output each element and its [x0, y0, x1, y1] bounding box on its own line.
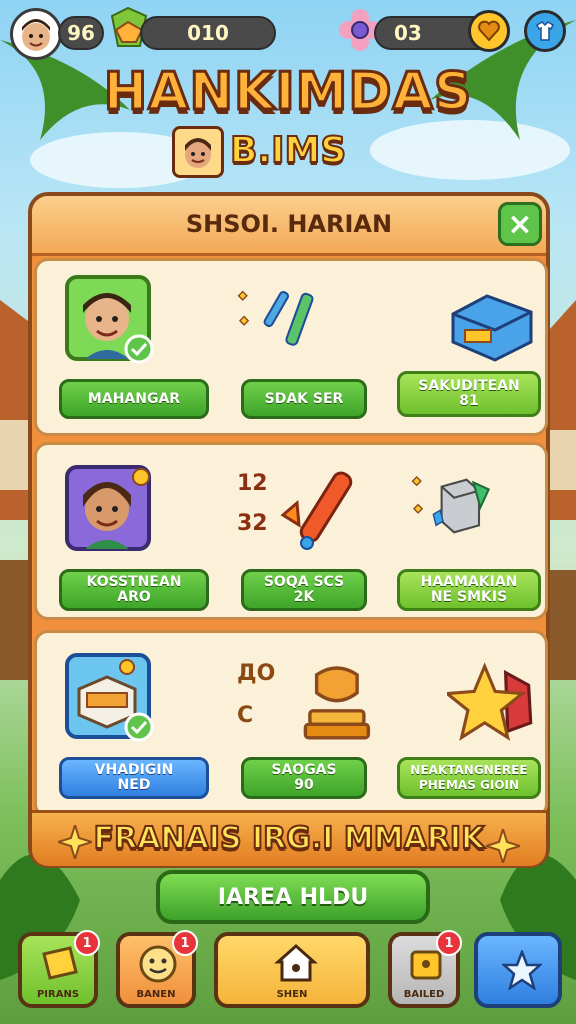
star-icon — [447, 662, 533, 741]
side-label-bottom: 32 — [237, 511, 268, 536]
notification-badge: 1 — [436, 930, 462, 956]
reward-label: SAKUDITEAN — [418, 378, 520, 394]
player-avatar[interactable] — [10, 8, 62, 60]
reward-row-1: MAHANGAR SDAK SER SAKUDITEAN 81 — [34, 258, 548, 436]
reward-label: SOQA SCS — [263, 574, 345, 590]
reward-button-2-1[interactable]: KOSSTNEAN ARO — [59, 569, 209, 611]
smiley-icon — [139, 945, 177, 983]
side-label-bottom: С — [237, 703, 254, 728]
reward-label: SDAK SER — [264, 390, 344, 407]
treasure-chest-icon — [65, 653, 154, 742]
close-icon: × — [507, 206, 533, 242]
trophy-icon — [303, 666, 371, 740]
avatar-reward-card[interactable] — [65, 275, 155, 365]
character-avatar-icon — [65, 465, 151, 551]
reward-sub: 90 — [294, 777, 314, 793]
gem-value: 010 — [187, 21, 229, 45]
avatar-reward-card[interactable] — [65, 465, 155, 555]
reward-sub: PHEMAS GIOIN — [418, 778, 520, 792]
panel-title: SHSOI. HARIAN — [185, 210, 393, 238]
ticket-icon — [42, 946, 78, 980]
settings-button[interactable] — [524, 10, 566, 52]
reward-sub: 2K — [293, 589, 315, 605]
reward-sub: ARO — [117, 589, 151, 605]
reward-button-1-3[interactable]: SAKUDITEAN 81 — [397, 371, 541, 417]
nav-label: SHEN — [276, 989, 308, 1000]
shirt-icon — [536, 21, 554, 41]
crate-gem-icon — [411, 475, 491, 534]
reward-button-3-1[interactable]: VHADIGIN NED — [59, 757, 209, 799]
subtitle-text: B.IMS — [229, 129, 347, 172]
nav-button-pirans[interactable]: PIRANS 1 — [18, 930, 100, 1008]
reward-button-3-2[interactable]: SAOGAS 90 — [241, 757, 367, 799]
claim-label: IAREA HLDU — [217, 884, 369, 910]
close-button[interactable]: × — [498, 202, 542, 246]
reward-banner: FRANAIS IRG.I MMARIK — [32, 810, 546, 866]
nav-button-star[interactable] — [474, 932, 562, 1008]
nav-button-banen[interactable]: BANEN 1 — [116, 930, 198, 1008]
character-avatar-icon — [65, 275, 154, 364]
nav-label: PIRANS — [36, 989, 80, 1000]
house-icon — [274, 943, 318, 982]
nav-label: BANEN — [136, 989, 176, 1000]
sparkle-right-icon — [486, 829, 520, 863]
reward-label: MAHANGAR — [87, 390, 181, 407]
reward-sub: NED — [117, 777, 151, 793]
coin-add-button[interactable] — [468, 10, 510, 52]
tools-reward-icon — [237, 290, 314, 346]
side-label-top: 12 — [237, 471, 268, 496]
nav-label: BAILED — [403, 989, 445, 1000]
reward-label: SAOGAS — [271, 762, 337, 778]
chest-reward-card[interactable] — [65, 653, 155, 743]
coin-value: 03 — [394, 21, 422, 45]
reward-button-2-3[interactable]: HAAMAKIAN NE SMKIS — [397, 569, 541, 611]
blue-box-icon — [451, 294, 533, 362]
side-label-top: ДО — [237, 661, 276, 686]
player-face-icon — [22, 19, 50, 51]
gem-counter[interactable]: 010 — [140, 16, 276, 50]
claim-button[interactable]: IAREA HLDU — [156, 870, 430, 924]
character-face-icon — [175, 129, 221, 175]
reward-button-1-2[interactable]: SDAK SER — [241, 379, 367, 419]
reward-label: KOSSTNEAN — [86, 574, 182, 590]
reward-button-3-3[interactable]: NEAKTANGNEREE PHEMAS GIOIN — [397, 757, 541, 799]
reward-row-2: KOSSTNEAN ARO 12 32 SOQA SCS 2K HAAMAKIA… — [34, 442, 548, 620]
star-nav-icon — [502, 950, 542, 990]
reward-sub: 81 — [459, 393, 479, 409]
reward-row-3: VHADIGIN NED ДО С SAOGAS 90 NEAKTANGNERE… — [34, 630, 548, 818]
nav-button-bailed[interactable]: BAILED 1 — [388, 930, 462, 1008]
game-title: HANKIMDAS — [102, 61, 473, 124]
heart-coin-icon — [478, 20, 500, 42]
reward-sub: NE SMKIS — [430, 589, 508, 605]
reward-button-1-1[interactable]: MAHANGAR — [59, 379, 209, 419]
subtitle-group: B.IMS — [172, 126, 402, 182]
notification-badge: 1 — [172, 930, 198, 956]
reward-label: HAAMAKIAN — [420, 574, 518, 590]
reward-button-2-2[interactable]: SOQA SCS 2K — [241, 569, 367, 611]
reward-label: NEAKTANGNEREE — [410, 763, 528, 777]
daily-reward-panel: SHSOI. HARIAN × MAHANGAR SDAK SER SAKUDI… — [28, 192, 550, 868]
subtitle-avatar — [172, 126, 224, 178]
notification-badge: 1 — [74, 930, 100, 956]
reward-label: VHADIGIN — [94, 762, 174, 778]
firecracker-icon — [280, 471, 353, 550]
level-counter: 96 — [58, 16, 104, 50]
level-value: 96 — [67, 21, 95, 45]
banner-text: FRANAIS IRG.I MMARIK — [93, 820, 486, 857]
nav-button-shen[interactable]: SHEN — [214, 932, 370, 1008]
panel-header: SHSOI. HARIAN × — [32, 196, 546, 256]
